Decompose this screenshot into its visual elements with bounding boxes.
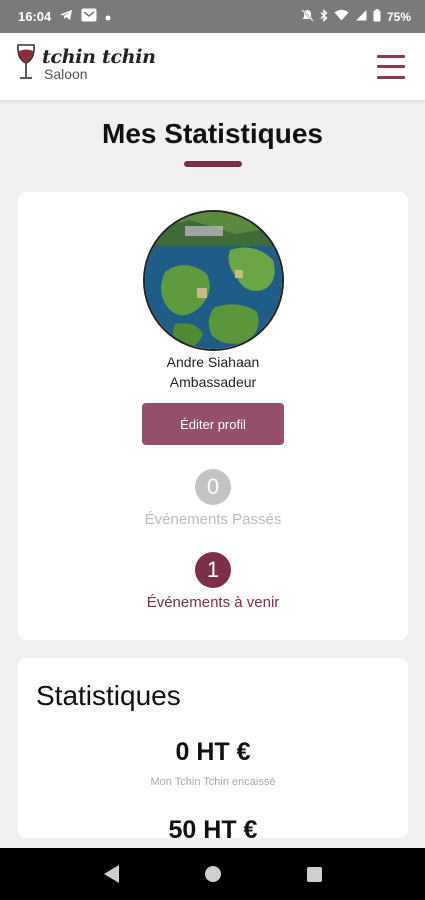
profile-card: Andre Siahaan Ambassadeur Éditer profil …: [18, 192, 408, 640]
upcoming-events-label: Événements à venir: [146, 594, 280, 611]
system-nav-bar: [0, 848, 425, 900]
upcoming-events[interactable]: 1 Événements à venir: [18, 552, 408, 611]
profile-name: Andre Siahaan: [166, 354, 260, 370]
stat-value-second: 50 HT €: [168, 816, 258, 844]
wifi-icon: [334, 9, 349, 24]
title-underline: [184, 161, 242, 167]
status-bar: 16:04 75%: [0, 0, 425, 33]
status-left: 16:04: [18, 8, 111, 25]
logo-line-2: Saloon: [44, 66, 88, 82]
mail-icon: [81, 8, 97, 25]
page-title: Mes Statistiques: [102, 118, 323, 149]
past-events[interactable]: 0 Événements Passés: [18, 469, 408, 528]
app-header: tchin tchin Saloon: [0, 33, 425, 100]
upcoming-events-count: 1: [195, 552, 231, 588]
logo[interactable]: tchin tchin Saloon: [14, 42, 156, 91]
menu-bar-top: [377, 54, 405, 58]
menu-bar-bottom: [377, 75, 405, 79]
stat-value-cashed: 0 HT €: [175, 738, 251, 766]
status-right: 75%: [301, 8, 411, 25]
logo-line-1: tchin tchin: [42, 46, 156, 68]
menu-bar-middle: [377, 65, 405, 68]
stats-card: Statistiques 0 HT € Mon Tchin Tchin enca…: [18, 658, 408, 844]
stat-caption-cashed: Mon Tchin Tchin encaissé: [150, 776, 276, 788]
recent-apps-icon[interactable]: [306, 866, 322, 882]
profile-role: Ambassadeur: [169, 374, 257, 390]
back-icon[interactable]: [103, 865, 119, 883]
hamburger-menu-icon[interactable]: [377, 54, 405, 79]
avatar: [143, 210, 284, 351]
mute-icon: [301, 8, 314, 25]
battery-icon: [373, 8, 381, 25]
home-icon[interactable]: [204, 866, 221, 882]
wine-glass-icon: [14, 42, 40, 91]
status-time: 16:04: [18, 9, 52, 24]
past-events-count: 0: [195, 469, 231, 505]
edit-profile-button[interactable]: Éditer profil: [142, 403, 284, 445]
telegram-icon: [59, 9, 73, 24]
bluetooth-icon: [320, 8, 328, 25]
signal-icon: [355, 9, 367, 24]
dot-icon: [105, 9, 111, 24]
stats-title: Statistiques: [36, 680, 181, 711]
battery-percent: 75%: [386, 9, 411, 24]
past-events-label: Événements Passés: [144, 511, 282, 528]
logo-text: tchin tchin Saloon: [42, 46, 156, 82]
